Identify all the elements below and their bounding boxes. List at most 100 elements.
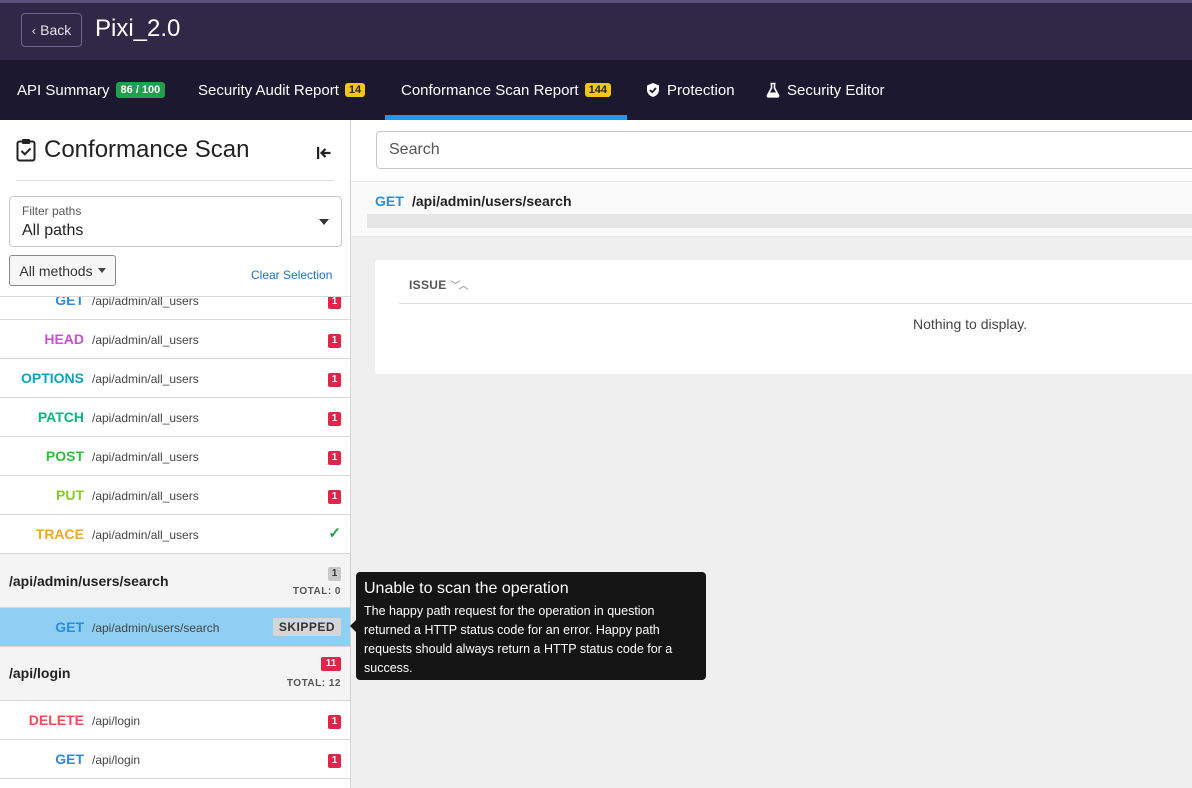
skipped-tooltip: Unable to scan the operation The happy p… (350, 572, 706, 680)
checkmark-icon: ✓ (328, 525, 341, 542)
operation-row[interactable]: PATCH /api/admin/all_users 1 (0, 398, 350, 437)
clipboard-check-icon (16, 139, 36, 162)
operation-row[interactable]: DELETE /api/login 1 (0, 701, 350, 740)
issue-count-badge: 1 (328, 715, 341, 729)
api-title: Pixi_2.0 (95, 15, 181, 42)
collapse-left-icon (317, 147, 331, 159)
sidebar-header: Conformance Scan Filter paths All paths … (0, 120, 350, 296)
score-badge: 86 / 100 (115, 82, 166, 98)
operation-header: GET /api/admin/users/search (351, 181, 1192, 237)
http-method: GET (55, 751, 84, 767)
search-input[interactable] (376, 131, 1192, 169)
operation-path: /api/admin/all_users (92, 296, 199, 308)
operation-path: /api/admin/all_users (92, 411, 199, 425)
group-path: /api/admin/users/search (9, 573, 169, 589)
tab-protection[interactable]: Protection (645, 60, 735, 120)
http-method: DELETE (28, 712, 84, 728)
issue-count-badge: 14 (344, 83, 366, 97)
group-total: TOTAL: 12 (286, 678, 341, 689)
group-total: TOTAL: 0 (292, 586, 341, 597)
operation-path: /api/admin/all_users (92, 528, 199, 542)
operation-row[interactable]: OPTIONS /api/admin/all_users 1 (0, 359, 350, 398)
sidebar-title-text: Conformance Scan (44, 136, 250, 163)
tab-security-editor[interactable]: Security Editor (765, 60, 885, 120)
operation-method: GET (375, 193, 404, 209)
shield-check-icon (647, 83, 659, 97)
tab-api-summary[interactable]: API Summary 86 / 100 (17, 60, 166, 120)
operation-row[interactable]: TRACE /api/admin/all_users ✓ (0, 515, 350, 554)
issue-count-badge: 1 (328, 451, 341, 465)
operation-details-strip (367, 214, 1192, 228)
operation-path: /api/admin/all_users (92, 489, 199, 503)
search-bar (351, 120, 1192, 181)
http-method: POST (45, 448, 84, 464)
clear-selection-link[interactable]: Clear Selection (251, 268, 332, 282)
operation-path: /api/admin/all_users (92, 450, 199, 464)
issue-count-badge: 1 (328, 567, 341, 581)
flask-icon (766, 82, 780, 98)
http-method: PATCH (37, 409, 84, 425)
operation-path: /api/admin/users/search (92, 621, 220, 635)
top-bar: ‹ Back Pixi_2.0 (0, 0, 1192, 60)
http-method: TRACE (35, 526, 84, 542)
operation-row[interactable]: GET /api/admin/all_users 1 (0, 296, 350, 320)
tab-conformance-scan-report[interactable]: Conformance Scan Report 144 (385, 60, 627, 120)
chevron-left-icon: ‹ (31, 22, 37, 38)
issue-count-badge: 1 (328, 490, 341, 504)
methods-dropdown[interactable]: All methods (9, 255, 116, 286)
operations-list: GET /api/admin/all_users 1 HEAD /api/adm… (0, 296, 350, 788)
tooltip-body: The happy path request for the operation… (364, 604, 673, 675)
back-button[interactable]: ‹ Back (21, 13, 82, 47)
tab-label: Security Audit Report (198, 81, 339, 99)
filter-paths-select[interactable]: Filter paths All paths (9, 196, 342, 247)
group-path: /api/login (9, 665, 71, 681)
issue-count-badge: 1 (328, 412, 341, 426)
issue-count-badge: 1 (328, 334, 341, 348)
divider (16, 180, 334, 181)
tab-security-audit-report[interactable]: Security Audit Report 14 (198, 60, 366, 120)
operation-path: /api/admin/all_users (92, 372, 199, 386)
issues-table-card: ISSUE ﹀︿ Nothing to display. (375, 260, 1192, 374)
methods-dropdown-label: All methods (19, 262, 93, 279)
http-method: GET (55, 296, 84, 308)
operation-path: /api/login (92, 753, 141, 767)
operation-row[interactable]: GET /api/login 1 (0, 740, 350, 779)
http-method: HEAD (44, 331, 84, 347)
skipped-badge: SKIPPED (272, 618, 341, 636)
operation-row[interactable]: HEAD /api/admin/all_users 1 (0, 320, 350, 359)
issue-column-header[interactable]: ISSUE ﹀︿ (409, 277, 469, 293)
sidebar-title: Conformance Scan (16, 136, 249, 164)
tooltip-title: Unable to scan the operation (364, 580, 569, 597)
sort-icon: ﹀︿ (450, 281, 469, 292)
path-group-header[interactable]: /api/login 11 TOTAL: 12 (0, 647, 350, 701)
http-method: GET (55, 619, 84, 635)
http-method: OPTIONS (20, 370, 84, 386)
caret-down-icon (319, 219, 329, 225)
scan-sidebar: Conformance Scan Filter paths All paths … (0, 120, 351, 788)
operation-row[interactable]: PUT /api/admin/all_users 1 (0, 476, 350, 515)
issue-count-badge: 1 (328, 297, 341, 309)
issue-count-badge: 144 (584, 83, 611, 97)
http-method: PUT (56, 487, 84, 503)
issue-count-badge: 11 (321, 657, 341, 671)
operation-path: /api/login (92, 714, 141, 728)
caret-down-icon (97, 268, 106, 273)
operation-row[interactable]: POST /api/admin/all_users 1 (0, 437, 350, 476)
empty-table-message: Nothing to display. (913, 316, 1028, 332)
issue-count-badge: 1 (328, 754, 341, 768)
operation-path: /api/admin/users/search (412, 193, 572, 209)
operation-row-selected[interactable]: GET /api/admin/users/search SKIPPED (0, 608, 350, 647)
tab-label: Security Editor (787, 81, 885, 99)
issue-count-badge: 1 (328, 373, 341, 387)
collapse-sidebar-button[interactable] (316, 146, 332, 165)
back-button-label: Back (40, 22, 72, 38)
filter-paths-value: All paths (22, 222, 84, 239)
path-group-header[interactable]: /api/admin/users/search 1 TOTAL: 0 (0, 554, 350, 608)
column-header-label: ISSUE (409, 277, 447, 292)
tab-bar: API Summary 86 / 100 Security Audit Repo… (0, 60, 1192, 120)
main-panel: GET /api/admin/users/search ISSUE ﹀︿ Not… (351, 120, 1192, 788)
table-divider (399, 303, 1192, 304)
tab-label: API Summary (17, 81, 110, 99)
tab-label: Conformance Scan Report (401, 81, 579, 99)
operation-path: /api/admin/all_users (92, 333, 199, 347)
